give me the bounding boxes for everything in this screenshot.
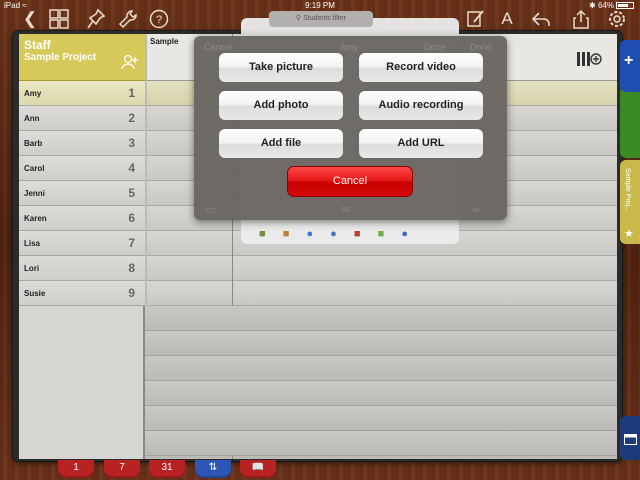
roster-title: Staff — [24, 38, 51, 52]
settings-icon[interactable] — [606, 8, 628, 30]
student-number: 6 — [128, 211, 135, 225]
clock-icon: ● — [401, 228, 408, 240]
student-number: 3 — [128, 136, 135, 150]
student-row[interactable]: Barb 3 — [19, 131, 145, 156]
right-tab-add[interactable]: + — [620, 40, 640, 92]
student-number: 7 — [128, 236, 135, 250]
grid-icon[interactable] — [48, 8, 72, 30]
add-photo-button[interactable]: Add photo — [218, 90, 344, 121]
take-picture-button[interactable]: Take picture — [218, 52, 344, 83]
right-tab-calendar[interactable] — [620, 416, 640, 460]
audio-recording-button[interactable]: Audio recording — [358, 90, 484, 121]
student-row[interactable]: Jenni 5 — [19, 181, 145, 206]
student-row[interactable]: Lori 8 — [19, 256, 145, 281]
right-tab-green[interactable] — [620, 86, 640, 158]
text-icon[interactable]: A — [498, 8, 516, 30]
columns-add-icon[interactable] — [576, 50, 602, 73]
student-number: 4 — [128, 161, 135, 175]
globe-icon: ● — [306, 228, 314, 240]
calendar-icon: ■ — [353, 228, 361, 240]
student-name: Lisa — [24, 239, 41, 248]
attachment-popup: Cancel Amy Done Done Take picture Record… — [194, 36, 507, 220]
project-name: Sample Project — [24, 52, 97, 63]
right-tab-project[interactable]: Sample Proj... ★ — [620, 160, 640, 244]
svg-text:?: ? — [156, 14, 162, 26]
bottom-tab-month[interactable]: 31 — [149, 460, 185, 478]
student-number: 8 — [128, 261, 135, 275]
roster-header[interactable]: Staff Sample Project — [19, 34, 145, 81]
edit-icon[interactable] — [466, 8, 486, 30]
bottom-tab-book[interactable]: 📖 — [240, 460, 276, 478]
student-number: 1 — [128, 86, 135, 100]
trash-icon: ▭ — [206, 205, 216, 216]
add-person-icon[interactable] — [121, 54, 139, 75]
student-number: 2 — [128, 111, 135, 125]
student-row[interactable]: Karen 6 — [19, 206, 145, 231]
behind-amy: Amy — [340, 42, 358, 52]
star-icon: ★ — [624, 228, 634, 240]
student-number: 5 — [128, 186, 135, 200]
add-file-button[interactable]: Add file — [218, 128, 344, 159]
share-icon[interactable] — [572, 8, 590, 30]
search-icon: ● — [330, 228, 337, 240]
student-row[interactable]: Carol 4 — [19, 156, 145, 181]
student-row[interactable]: Ann 2 — [19, 106, 145, 131]
student-name: Karen — [24, 214, 47, 223]
name-column: Staff Sample Project Amy 1 Ann 2 Barb 3 … — [19, 34, 145, 459]
student-name: Barb — [24, 139, 43, 148]
student-name: Lori — [24, 264, 40, 273]
sort-icon: ⇅ — [208, 462, 218, 473]
app-icons-strip: ■ ■ ● ● ■ ■ ● — [259, 228, 408, 240]
student-name: Susie — [24, 289, 46, 298]
help-icon[interactable]: ? — [148, 8, 170, 30]
plus-icon: + — [624, 52, 634, 69]
cancel-button[interactable]: Cancel — [287, 166, 413, 197]
notes-icon: ■ — [377, 228, 385, 240]
student-name: Ann — [24, 114, 40, 123]
record-video-button[interactable]: Record video — [358, 52, 484, 83]
paperclip-icon: ∞ — [472, 205, 480, 216]
folder-icon: ■ — [259, 228, 266, 240]
undo-icon[interactable] — [530, 8, 552, 30]
student-number: 9 — [128, 286, 135, 300]
add-url-button[interactable]: Add URL — [358, 128, 484, 159]
student-name: Carol — [24, 164, 45, 173]
student-row[interactable]: Susie 9 — [19, 281, 145, 306]
student-name: Jenni — [24, 189, 45, 198]
project-tab-label: Sample Proj... — [624, 168, 631, 212]
student-row[interactable]: Lisa 7 — [19, 231, 145, 256]
book-icon: 📖 — [251, 462, 265, 473]
bottom-tab-sort[interactable]: ⇅ — [195, 460, 231, 478]
student-name: Amy — [24, 89, 42, 98]
pin-icon[interactable] — [86, 8, 106, 30]
bottom-tab-week[interactable]: 7 — [104, 460, 140, 478]
students-filter-field[interactable]: ⚲ Students filter — [269, 11, 373, 27]
student-row[interactable]: Amy 1 — [19, 81, 145, 106]
behind-done: Done — [424, 42, 446, 52]
behind-done-2: Done — [470, 42, 492, 52]
back-icon[interactable]: ❮ — [22, 8, 38, 30]
book-icon: ■ — [282, 228, 290, 240]
behind-cancel: Cancel — [204, 42, 233, 52]
bottom-tab-day[interactable]: 1 — [58, 460, 94, 478]
calendar-icon — [624, 432, 637, 450]
mail-icon: ✉ — [342, 205, 351, 216]
wrench-icon[interactable] — [117, 8, 139, 30]
